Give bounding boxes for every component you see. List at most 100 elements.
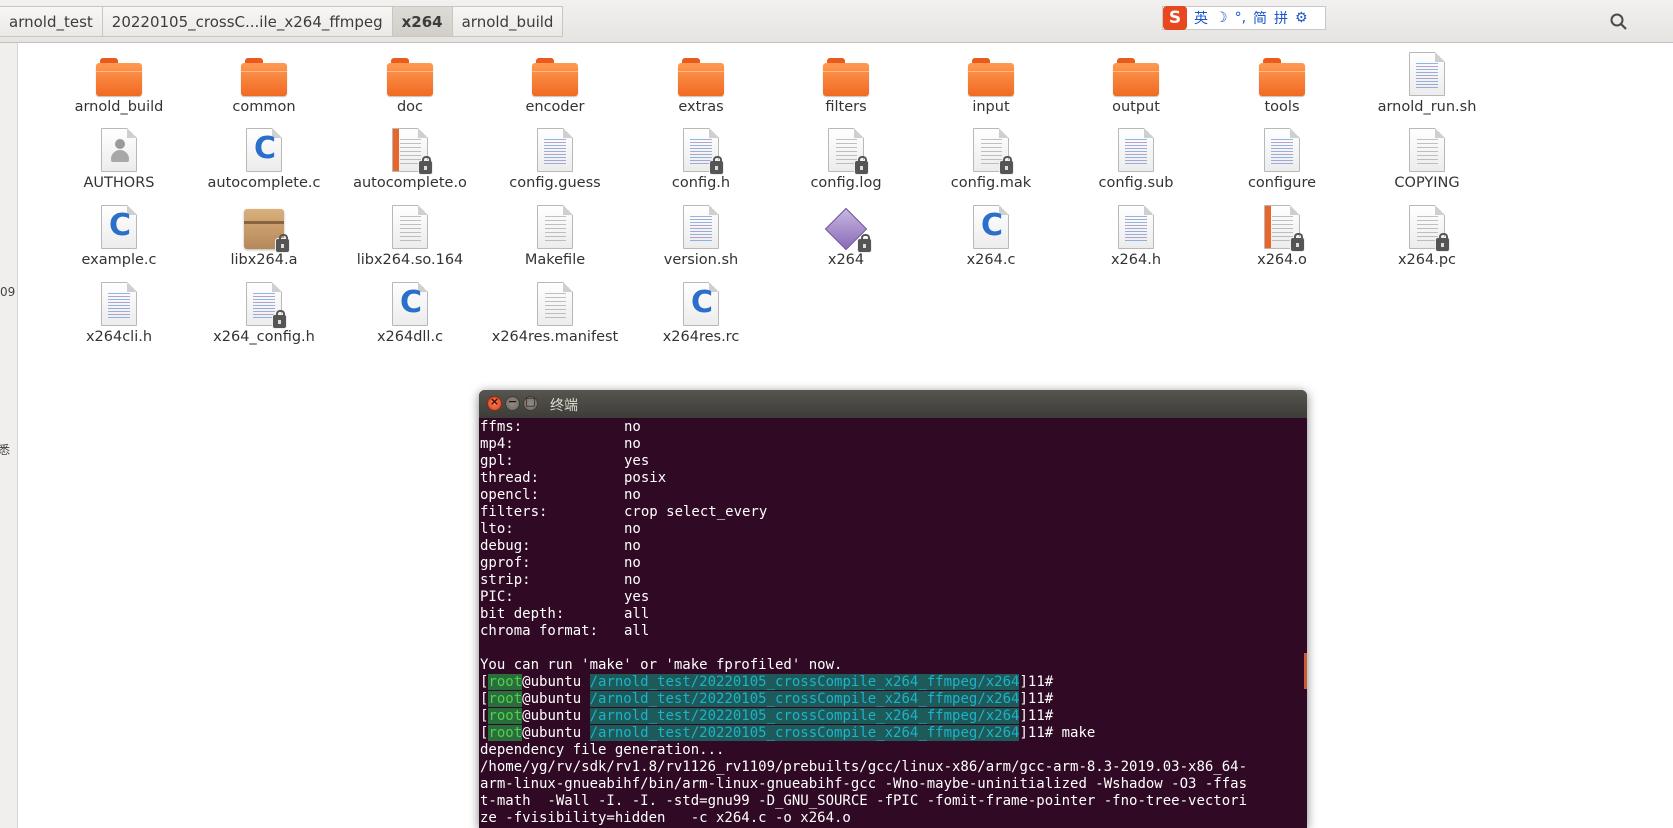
file-item[interactable]: config.sub — [1066, 128, 1206, 191]
lock-icon — [418, 156, 433, 175]
file-name: x264.c — [966, 252, 1016, 268]
file-item[interactable]: version.sh — [631, 205, 771, 268]
file-item[interactable]: x264.h — [1066, 205, 1206, 268]
config-key: lto: — [480, 521, 514, 537]
file-item[interactable]: Cexample.c — [49, 205, 189, 268]
ime-pinyin[interactable]: 拼 — [1274, 8, 1288, 28]
file-item[interactable]: input — [921, 52, 1061, 115]
file-name: config.guess — [509, 175, 601, 191]
file-item[interactable]: config.log — [776, 128, 916, 191]
file-name: x264cli.h — [85, 329, 153, 345]
file-item[interactable]: arnold_run.sh — [1357, 52, 1497, 115]
file-item[interactable]: libx264.a — [194, 205, 334, 268]
file-item[interactable]: COPYING — [1357, 128, 1497, 191]
ime-simplified[interactable]: 简 — [1253, 8, 1267, 28]
file-item[interactable]: extras — [631, 52, 771, 115]
file-name: filters — [825, 99, 867, 115]
file-name: autocomplete.c — [207, 175, 321, 191]
lock-icon — [709, 156, 724, 175]
ime-punct[interactable]: °, — [1235, 10, 1246, 26]
config-value: posix — [624, 470, 667, 486]
ime-gear-icon[interactable]: ⚙ — [1295, 10, 1308, 26]
file-name: Makefile — [524, 252, 586, 268]
file-item[interactable]: x264res.manifest — [485, 282, 625, 345]
prompt-suffix: ]11# — [1019, 691, 1054, 707]
file-name: tools — [1264, 99, 1300, 115]
ime-lang[interactable]: 英 — [1194, 8, 1208, 28]
file-name: config.h — [671, 175, 731, 191]
file-name: x264.o — [1257, 252, 1307, 268]
file-item[interactable]: configure — [1212, 128, 1352, 191]
crumb-arnold-test[interactable]: arnold_test — [0, 6, 103, 37]
sidebar-edge: 09 悉 — [0, 43, 18, 828]
ime-toolbar[interactable]: S 英 ☽ °, 简 拼 ⚙ — [1162, 6, 1326, 30]
file-item[interactable]: x264.pc — [1357, 205, 1497, 268]
file-item[interactable]: autocomplete.o — [340, 128, 480, 191]
folder-icon — [532, 58, 578, 96]
terminal-window[interactable]: × − □ 终端 ffms: no mp4: no gpl: yes thread: posi… — [479, 390, 1307, 828]
file-name: x264 — [827, 252, 865, 268]
file-item[interactable]: Cautocomplete.c — [194, 128, 334, 191]
crumb-arnold-build[interactable]: arnold_build — [452, 6, 564, 37]
terminal-output[interactable]: ffms: no mp4: no gpl: yes thread: posix opencl: n… — [479, 418, 1307, 827]
search-button[interactable] — [1606, 9, 1632, 35]
file-name: x264res.rc — [662, 329, 740, 345]
file-item[interactable]: x264.o — [1212, 205, 1352, 268]
file-item[interactable]: doc — [340, 52, 480, 115]
file-item[interactable]: config.guess — [485, 128, 625, 191]
config-key: filters: — [480, 504, 548, 520]
file-name: version.sh — [663, 252, 739, 268]
prompt-host: @ubuntu — [522, 674, 590, 690]
config-value: no — [624, 487, 641, 503]
crumb-x264[interactable]: x264 — [392, 6, 453, 37]
file-item[interactable]: x264cli.h — [49, 282, 189, 345]
close-button[interactable]: × — [487, 395, 502, 411]
prompt-host: @ubuntu — [522, 725, 590, 741]
file-item[interactable]: output — [1066, 52, 1206, 115]
file-item[interactable]: Makefile — [485, 205, 625, 268]
prompt-path: /arnold_test/20220105_crossCompile_x264_… — [589, 725, 1020, 741]
file-item[interactable]: AUTHORS — [49, 128, 189, 191]
file-item[interactable]: common — [194, 52, 334, 115]
minimize-button[interactable]: − — [505, 395, 520, 411]
file-item[interactable]: x264_config.h — [194, 282, 334, 345]
terminal-titlebar[interactable]: × − □ 终端 — [479, 390, 1307, 418]
file-name: arnold_run.sh — [1377, 99, 1477, 115]
lock-icon — [1290, 233, 1305, 252]
folder-icon — [96, 58, 142, 96]
file-name: x264_config.h — [213, 329, 315, 345]
contact-icon — [101, 128, 137, 172]
c-source-icon: C — [101, 205, 137, 249]
file-item[interactable]: arnold_build — [49, 52, 189, 115]
file-item[interactable]: encoder — [485, 52, 625, 115]
config-value: all — [624, 606, 650, 622]
file-item[interactable]: Cx264dll.c — [340, 282, 480, 345]
file-name: autocomplete.o — [353, 175, 467, 191]
file-name: doc — [396, 99, 424, 115]
ime-moon-icon[interactable]: ☽ — [1215, 10, 1228, 26]
terminal-output-line: /home/yg/rv/sdk/rv1.8/rv1126_rv1109/preb… — [480, 759, 1248, 775]
file-item[interactable]: tools — [1212, 52, 1352, 115]
terminal-scrollbar[interactable] — [1304, 653, 1307, 689]
config-value: no — [624, 419, 641, 435]
terminal-output-line: arm-linux-gnueabihf/bin/arm-linux-gnueab… — [480, 776, 1248, 792]
prompt-suffix: ]11# — [1019, 725, 1054, 741]
file-name: arnold_build — [74, 99, 164, 115]
file-item[interactable]: x264 — [776, 205, 916, 268]
search-icon — [1610, 13, 1627, 30]
executable-icon — [824, 207, 872, 253]
terminal-line: PIC: yes — [480, 589, 1307, 606]
folder-icon — [823, 58, 869, 96]
maximize-button[interactable]: □ — [523, 395, 538, 411]
file-item[interactable]: filters — [776, 52, 916, 115]
lock-icon — [272, 310, 287, 329]
crumb-crosscompile[interactable]: 20220105_crossC...ile_x264_ffmpeg — [102, 6, 393, 37]
file-item[interactable]: libx264.so.164 — [340, 205, 480, 268]
file-item[interactable]: Cx264res.rc — [631, 282, 771, 345]
file-item[interactable]: config.mak — [921, 128, 1061, 191]
text-file-icon — [537, 282, 573, 326]
file-item[interactable]: config.h — [631, 128, 771, 191]
text-file-icon — [537, 205, 573, 249]
file-item[interactable]: Cx264.c — [921, 205, 1061, 268]
config-value: no — [624, 555, 641, 571]
